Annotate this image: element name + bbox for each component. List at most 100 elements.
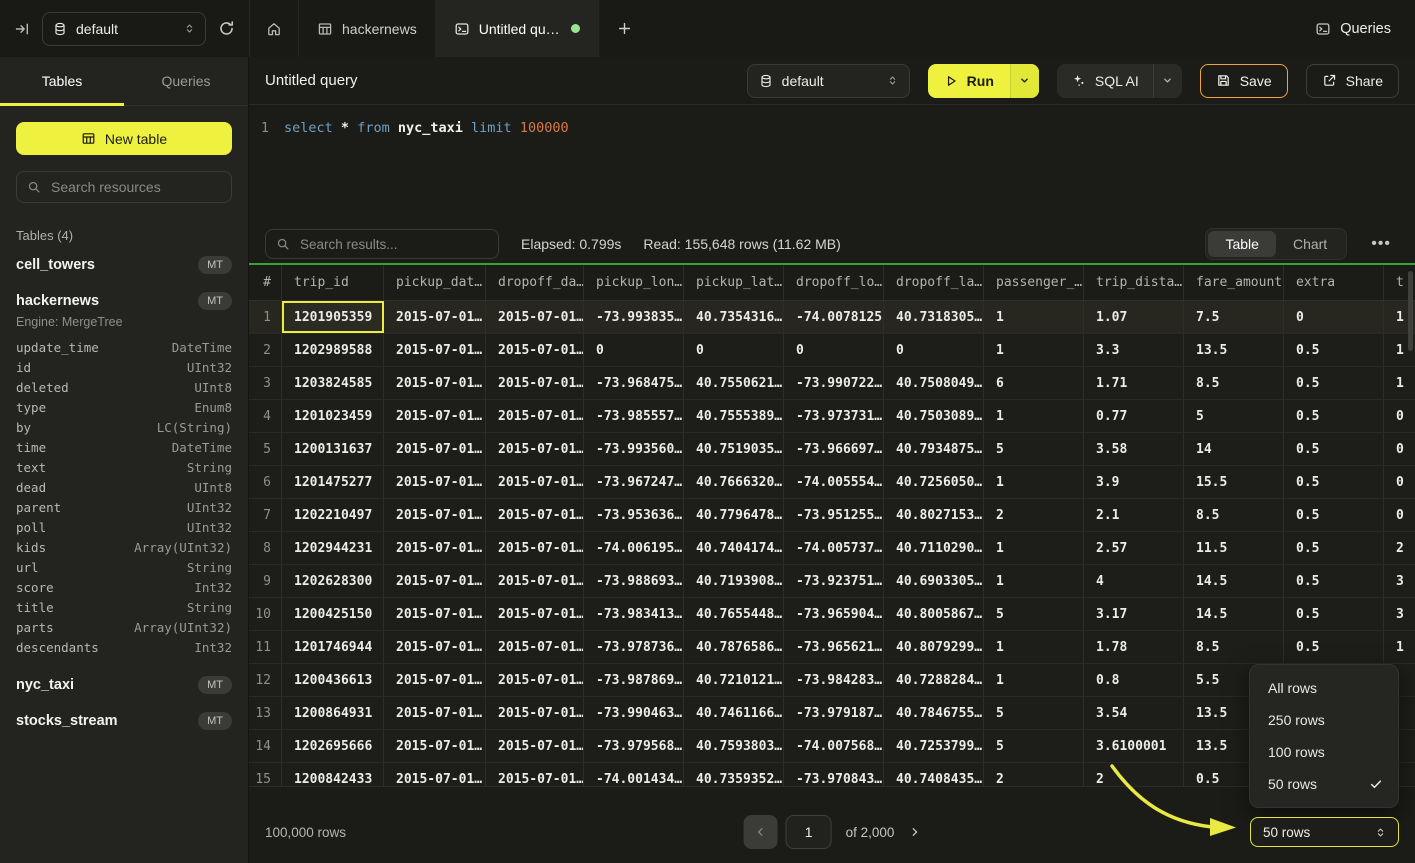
table-cell[interactable]: 40.7655448… [684, 598, 784, 630]
table-cell[interactable]: 0 [1284, 301, 1384, 333]
table-cell[interactable]: 40.6903305… [884, 565, 984, 597]
database-selector[interactable]: default [42, 12, 206, 46]
table-cell[interactable]: 0.5 [1284, 499, 1384, 531]
sql-ai-button[interactable]: SQL AI [1057, 64, 1153, 98]
table-cell[interactable]: 1201475277 [282, 466, 384, 498]
table-cell[interactable]: 1 [984, 334, 1084, 366]
table-cell[interactable]: 0.5 [1284, 466, 1384, 498]
table-cell[interactable]: 1202695666 [282, 730, 384, 762]
table-cell[interactable]: 2 [984, 499, 1084, 531]
table-cell[interactable]: -74.001434… [584, 763, 684, 786]
table-cell[interactable]: 2015-07-01… [486, 499, 584, 531]
table-cell[interactable]: 0.5 [1284, 565, 1384, 597]
table-cell[interactable]: -73.990722… [784, 367, 884, 399]
table-cell[interactable]: 2015-07-01… [486, 367, 584, 399]
view-toggle-table[interactable]: Table [1208, 231, 1275, 257]
table-cell[interactable]: 40.8005867… [884, 598, 984, 630]
new-tab-button[interactable] [599, 0, 650, 57]
table-cell[interactable]: 1200842433 [282, 763, 384, 786]
table-cell[interactable]: -73.965621… [784, 631, 884, 663]
table-cell[interactable]: 11.5 [1184, 532, 1284, 564]
sidebar-tab-queries[interactable]: Queries [124, 57, 248, 105]
vertical-scrollbar[interactable] [1408, 271, 1413, 351]
sidebar-table-nyc_taxi[interactable]: nyc_taxiMT [0, 667, 248, 703]
menu-option-100-rows[interactable]: 100 rows [1250, 736, 1398, 768]
more-options-icon[interactable]: ••• [1369, 235, 1399, 253]
table-cell[interactable]: 0.5 [1284, 433, 1384, 465]
table-cell[interactable]: -74.005554… [784, 466, 884, 498]
table-cell[interactable]: 2.1 [1084, 499, 1184, 531]
table-cell[interactable]: 5 [984, 598, 1084, 630]
table-cell[interactable]: 0 [1384, 433, 1415, 465]
table-cell[interactable]: 8.5 [1184, 499, 1284, 531]
table-cell[interactable]: -73.979568… [584, 730, 684, 762]
table-cell[interactable]: 40.7876586… [684, 631, 784, 663]
table-cell[interactable]: 2015-07-01… [384, 433, 486, 465]
table-cell[interactable]: 1202989588 [282, 334, 384, 366]
table-cell[interactable]: -73.970843… [784, 763, 884, 786]
table-cell[interactable]: 2015-07-01… [486, 334, 584, 366]
column-header[interactable]: pickup_lon… [584, 265, 684, 300]
table-cell[interactable]: 40.7193908… [684, 565, 784, 597]
table-cell[interactable]: 7.5 [1184, 301, 1284, 333]
table-cell[interactable]: 2 [1084, 763, 1184, 786]
table-cell[interactable]: 0.8 [1084, 664, 1184, 696]
table-cell[interactable]: 40.7404174… [684, 532, 784, 564]
table-cell[interactable]: 40.7666320… [684, 466, 784, 498]
menu-option-250-rows[interactable]: 250 rows [1250, 704, 1398, 736]
table-cell[interactable]: 2015-07-01… [486, 598, 584, 630]
table-cell[interactable]: -73.973731… [784, 400, 884, 432]
table-cell[interactable]: 0.77 [1084, 400, 1184, 432]
table-cell[interactable]: -73.965904… [784, 598, 884, 630]
table-cell[interactable]: 2015-07-01… [486, 730, 584, 762]
table-cell[interactable]: 1201905359 [282, 301, 384, 333]
table-cell[interactable]: 2015-07-01… [384, 565, 486, 597]
sql-editor[interactable]: 1 select * from nyc_taxi limit 100000 [249, 105, 1415, 225]
table-cell[interactable]: 3.58 [1084, 433, 1184, 465]
table-cell[interactable]: 2015-07-01… [486, 466, 584, 498]
table-cell[interactable]: 40.7461166… [684, 697, 784, 729]
table-cell[interactable]: 1 [984, 664, 1084, 696]
table-cell[interactable]: -74.006195… [584, 532, 684, 564]
table-cell[interactable]: 5 [1184, 400, 1284, 432]
table-cell[interactable]: -73.984283… [784, 664, 884, 696]
table-cell[interactable]: 40.7288284… [884, 664, 984, 696]
sidebar-table-hackernews[interactable]: hackernewsMT [0, 283, 248, 319]
tab-hackernews[interactable]: hackernews [299, 0, 436, 57]
table-cell[interactable]: 2015-07-01… [486, 400, 584, 432]
refresh-icon[interactable] [218, 20, 235, 37]
table-cell[interactable]: 40.7408435… [884, 763, 984, 786]
table-cell[interactable]: 40.7846755… [884, 697, 984, 729]
table-cell[interactable]: 0 [684, 334, 784, 366]
table-cell[interactable]: 0 [584, 334, 684, 366]
table-cell[interactable]: 0.5 [1284, 598, 1384, 630]
table-cell[interactable]: 1.78 [1084, 631, 1184, 663]
table-cell[interactable]: 3.9 [1084, 466, 1184, 498]
table-cell[interactable]: 2015-07-01… [384, 499, 486, 531]
view-toggle-chart[interactable]: Chart [1276, 231, 1344, 257]
column-header[interactable]: fare_amount [1184, 265, 1284, 300]
column-header[interactable]: dropoff_da… [486, 265, 584, 300]
table-cell[interactable]: 1 [984, 400, 1084, 432]
table-cell[interactable]: 0 [784, 334, 884, 366]
query-database-selector[interactable]: default [747, 64, 910, 98]
table-cell[interactable]: 2015-07-01… [384, 334, 486, 366]
search-resources-input[interactable] [49, 178, 221, 196]
table-cell[interactable]: 40.7318305… [884, 301, 984, 333]
table-cell[interactable]: 0 [1384, 499, 1415, 531]
table-cell[interactable]: 40.7550621… [684, 367, 784, 399]
table-cell[interactable]: 3.3 [1084, 334, 1184, 366]
column-header[interactable]: dropoff_la… [884, 265, 984, 300]
table-cell[interactable]: 0 [1384, 466, 1415, 498]
table-cell[interactable]: 15.5 [1184, 466, 1284, 498]
table-cell[interactable]: 40.7354316… [684, 301, 784, 333]
table-cell[interactable]: -73.993835… [584, 301, 684, 333]
table-cell[interactable]: 2 [1384, 532, 1415, 564]
table-cell[interactable]: 3 [1384, 565, 1415, 597]
table-cell[interactable]: 2015-07-01… [384, 532, 486, 564]
table-cell[interactable]: 0 [884, 334, 984, 366]
table-cell[interactable]: -73.951255… [784, 499, 884, 531]
tab-home[interactable] [250, 0, 299, 57]
table-cell[interactable]: 1200436613 [282, 664, 384, 696]
search-results-input[interactable] [298, 236, 488, 253]
